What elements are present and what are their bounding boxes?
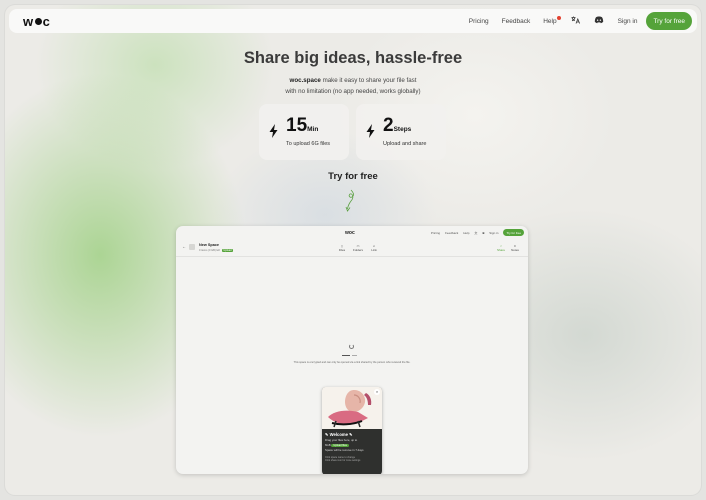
stats-row: 15Min To upload 6G files 2Steps Upload a… (259, 104, 446, 160)
curly-arrow-icon (345, 189, 354, 212)
welcome-line3: Space will be remove in 7 days (325, 447, 364, 452)
stat-unit: Min (307, 126, 319, 133)
logo-w: w (23, 13, 34, 29)
welcome-tip2: Click share icon for more settings (325, 459, 361, 463)
progress-dash (342, 355, 350, 356)
nav-link-help-label: Help (543, 17, 557, 25)
stat-card-steps: 2Steps Upload and share (356, 104, 446, 160)
hero-subtitle: woc.space make it easy to share your fil… (5, 75, 701, 97)
nav-right: Pricing Feedback Help Sign in Try for fr… (456, 12, 692, 30)
hero-headline: Share big ideas, hassle-free (243, 49, 463, 67)
app-preview[interactable]: woc Pricing Feedback Help 文 ◙ Sign in Tr… (176, 226, 528, 474)
nav-link-feedback[interactable]: Feedback (502, 18, 531, 25)
back-arrow-icon[interactable]: ← (182, 244, 186, 249)
logo-c: c (42, 13, 51, 29)
stat-caption: To upload 6G files (286, 141, 331, 147)
stat-value: 2Steps (383, 115, 426, 139)
preview-link-feedback[interactable]: Feedback (445, 231, 458, 235)
preview-translate-icon[interactable]: 文 (474, 231, 477, 235)
logo[interactable]: woc wc (23, 14, 50, 29)
lightning-icon (366, 123, 375, 141)
loading-spinner-icon (349, 344, 354, 349)
upload-files-button[interactable]: Upload files (331, 443, 349, 448)
stat-caption: Upload and share (383, 141, 427, 147)
tab-folders[interactable]: ▭ Folders (350, 244, 366, 252)
preview-logo: woc (345, 230, 355, 236)
preview-space-header: ← New Space 0 items (0 GB) left Upload ▯ F… (176, 240, 528, 257)
page-frame: woc wc Pricing Feedback Help Sign in Try… (5, 5, 701, 495)
preview-nav-links: Pricing Feedback Help 文 ◙ Sign in Try fo… (426, 229, 524, 236)
welcome-line2-prefix: 6GB (325, 442, 331, 447)
lightning-icon (269, 123, 278, 141)
preview-tabs: ▯ Files ▭ Folders ∞ Link (334, 244, 382, 252)
stat-card-upload-time: 15Min To upload 6G files (259, 104, 349, 160)
hero-sub-line2: with no limitation (no app needed, works… (285, 88, 421, 95)
stat-number: 2 (383, 115, 394, 136)
encryption-note: This space is encrypted and can only be … (293, 361, 411, 364)
hero-sub-brand: woc.space (289, 77, 321, 84)
welcome-title: ✎ Welcome ✎ (325, 432, 353, 437)
close-icon[interactable]: × (374, 389, 380, 395)
notes-label: Notes (511, 248, 519, 252)
tab-link-label: Link (371, 248, 377, 252)
try-for-free-button[interactable]: Try for free (646, 12, 692, 30)
preview-nav: woc Pricing Feedback Help 文 ◙ Sign in Tr… (176, 226, 528, 239)
upload-badge[interactable]: Upload (221, 249, 234, 252)
nav-link-pricing[interactable]: Pricing (469, 18, 489, 25)
welcome-card: × ✎ Welcome ✎ Drag your files here, up t… (322, 387, 382, 474)
hero-sub-line1: make it easy to share your file fast (320, 77, 417, 84)
discord-icon[interactable] (594, 16, 603, 26)
translate-icon[interactable] (571, 16, 580, 26)
space-avatar (189, 244, 195, 250)
preview-sign-in[interactable]: Sign in (489, 231, 498, 235)
stat-number: 15 (286, 115, 308, 136)
preview-link-pricing[interactable]: Pricing (431, 231, 440, 235)
tab-files-label: Files (338, 248, 346, 252)
space-meta-text: 0 items (0 GB) left (199, 249, 220, 252)
tab-link[interactable]: ∞ Link (366, 244, 382, 252)
preview-actions: < Share ≡ Notes (494, 244, 522, 252)
notes-action[interactable]: ≡ Notes (508, 244, 522, 252)
stat-value: 15Min (286, 115, 330, 139)
sign-in-link[interactable]: Sign in (618, 18, 638, 25)
progress-dash-secondary (352, 355, 357, 356)
preview-try-button[interactable]: Try for free (503, 229, 524, 236)
tab-folders-label: Folders (352, 248, 363, 252)
tab-files[interactable]: ▯ Files (334, 244, 350, 252)
space-name[interactable]: New Space (199, 243, 219, 247)
logo-dot-icon (34, 17, 42, 25)
share-action[interactable]: < Share (494, 244, 508, 252)
welcome-illustration: × (322, 387, 382, 429)
top-nav: woc wc Pricing Feedback Help Sign in Try… (9, 9, 697, 33)
notification-dot (556, 15, 561, 20)
try-for-free-heading: Try for free (328, 171, 378, 182)
stat-unit: Steps (393, 126, 412, 133)
nav-link-help[interactable]: Help (543, 15, 561, 25)
preview-discord-icon[interactable]: ◙ (482, 231, 484, 235)
preview-link-help[interactable]: Help (463, 231, 469, 235)
share-label: Share (496, 248, 505, 252)
space-meta: 0 items (0 GB) left Upload (199, 249, 234, 252)
